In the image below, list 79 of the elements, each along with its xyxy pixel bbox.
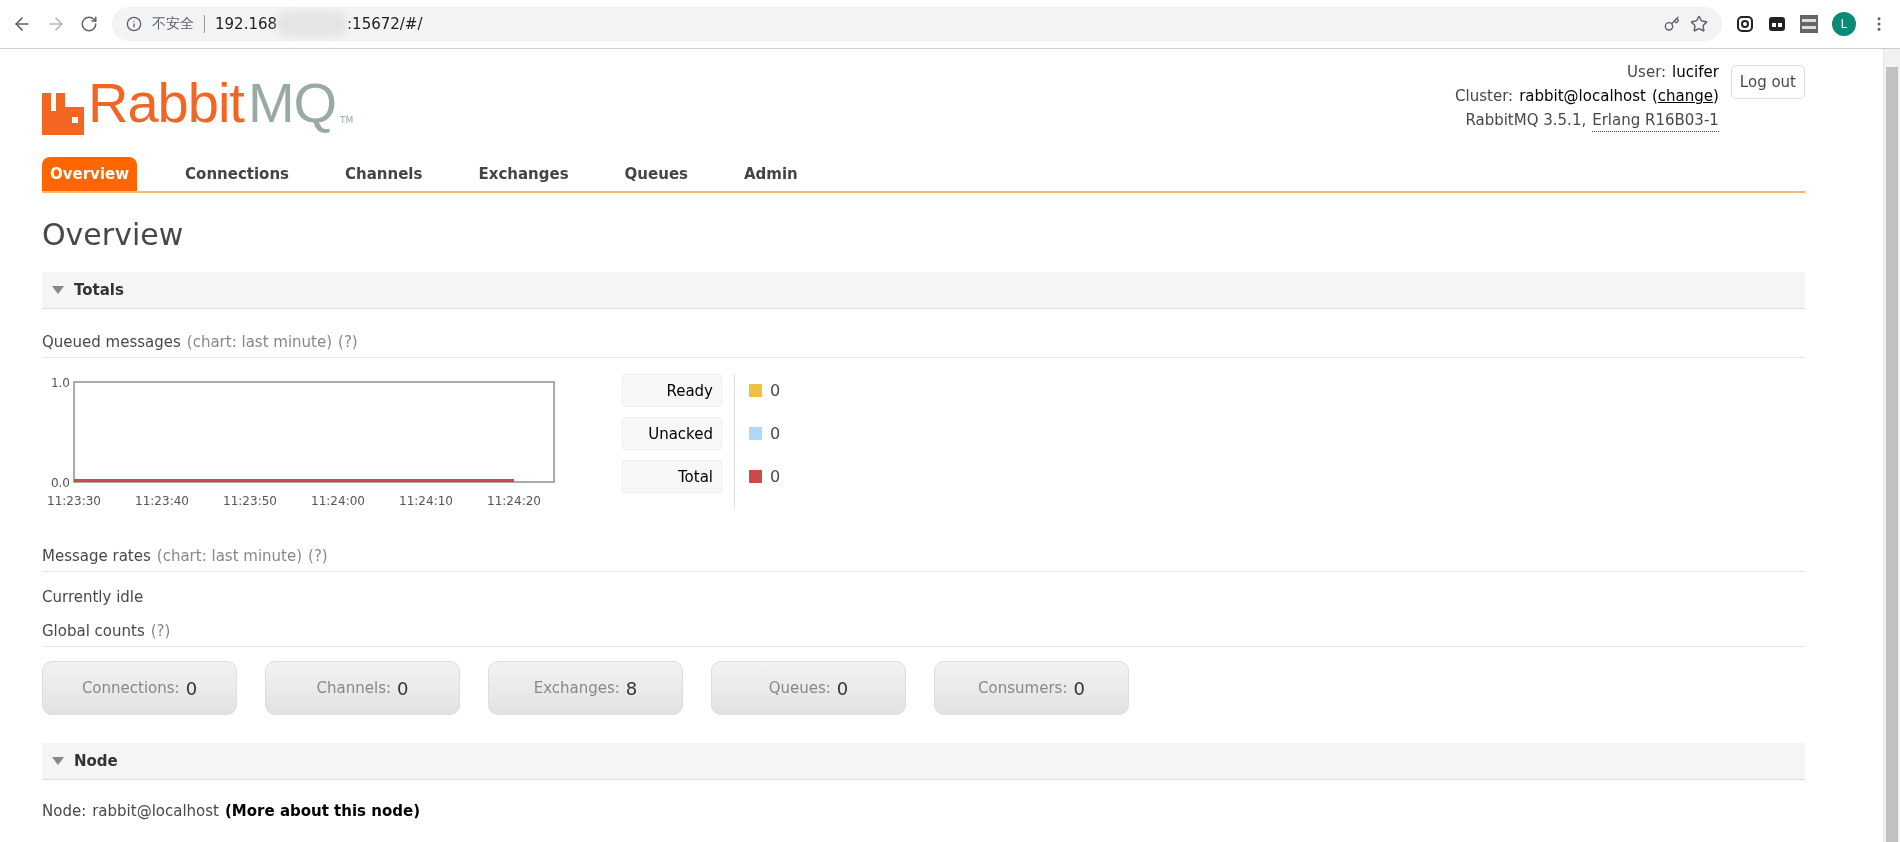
user-label: User: [1627, 62, 1667, 83]
count-label: Queues: [768, 679, 831, 697]
cluster-label: Cluster: [1455, 86, 1514, 107]
x-tick-label: 11:23:30 [47, 494, 101, 508]
count-label: Exchanges: [533, 679, 620, 697]
node-name: rabbit@localhost [92, 802, 219, 820]
legend-value: 0 [770, 424, 781, 443]
help-link[interactable]: (?) [308, 547, 328, 565]
security-label: 不安全 [152, 15, 205, 33]
triangle-icon[interactable] [52, 286, 64, 294]
logo-text: MQ [247, 71, 337, 135]
count-label: Connections: [81, 679, 180, 697]
address-bar[interactable]: 不安全 192.168 :15672/#/ [112, 7, 1722, 41]
node-details-link[interactable]: (More about this node) [225, 802, 420, 820]
x-tick-label: 11:23:50 [223, 494, 277, 508]
erlang-version: Erlang R16B03-1 [1592, 109, 1719, 132]
nav-tab[interactable]: Queues [616, 157, 696, 191]
info-icon[interactable] [126, 16, 142, 32]
subsection-title: Global counts [42, 622, 145, 640]
x-tick-label: 11:24:20 [487, 494, 541, 508]
nav-tab[interactable]: Channels [337, 157, 431, 191]
star-icon[interactable] [1690, 15, 1708, 33]
trademark-mark: TM [340, 115, 354, 125]
extension-icon[interactable] [1768, 15, 1786, 33]
change-link[interactable]: change [1657, 85, 1713, 107]
url-text: :15672/#/ [347, 15, 423, 33]
help-link[interactable]: (?) [338, 333, 358, 351]
section-header[interactable]: Node [42, 743, 1805, 780]
count-value: 0 [397, 677, 409, 699]
nav-tab[interactable]: Exchanges [470, 157, 577, 191]
section-title: Totals [74, 281, 124, 299]
help-link[interactable]: (?) [150, 622, 171, 640]
count-label: Consumers: [978, 679, 1068, 697]
count-value: 0 [1073, 677, 1085, 699]
page-title: Overview [42, 217, 185, 252]
profile-avatar[interactable]: L [1832, 12, 1856, 36]
count-tile[interactable]: Exchanges: 8 [488, 661, 683, 715]
node-label: Node: [42, 802, 87, 820]
count-tile[interactable]: Connections: 0 [42, 661, 237, 715]
chart-hint: (chart: last minute) [186, 333, 333, 351]
key-icon[interactable] [1664, 16, 1680, 32]
section-header[interactable]: Totals [42, 272, 1805, 309]
user-name: lucifer [1672, 62, 1719, 83]
count-tile[interactable]: Channels: 0 [265, 661, 460, 715]
count-tile[interactable]: Queues: 0 [711, 661, 906, 715]
url-text: 192.168 [215, 15, 278, 33]
legend-label: Total [622, 460, 722, 493]
count-value: 8 [625, 677, 638, 699]
legend-label: Ready [622, 374, 722, 407]
paren: ) [1713, 86, 1719, 107]
extension-icon[interactable] [1736, 15, 1754, 33]
y-tick-label: 0.0 [50, 476, 70, 490]
logo-text: Rabbit [88, 71, 244, 135]
count-tile[interactable]: Consumers: 0 [934, 661, 1129, 715]
cluster-name: rabbit@localhost [1519, 86, 1646, 107]
status-text: Currently idle [42, 588, 145, 606]
x-tick-label: 11:24:10 [399, 494, 453, 508]
legend-value: 0 [770, 467, 781, 486]
x-tick-label: 11:23:40 [135, 494, 189, 508]
section-title: Node [74, 752, 118, 770]
x-tick-label: 11:24:00 [311, 494, 365, 508]
logo-icon [42, 93, 84, 135]
reload-icon[interactable] [80, 15, 98, 33]
subsection-title: Queued messages [42, 333, 181, 351]
chart-hint: (chart: last minute) [156, 547, 303, 565]
legend-value: 0 [770, 381, 781, 400]
count-value: 0 [836, 677, 849, 699]
subsection-title: Message rates [42, 547, 151, 565]
version-text: RabbitMQ 3.5.1, [1465, 110, 1587, 131]
logout-button[interactable]: Log out [1730, 65, 1805, 99]
count-value: 0 [185, 677, 198, 699]
count-label: Channels: [316, 679, 391, 697]
legend-label: Unacked [622, 417, 722, 450]
triangle-icon[interactable] [52, 757, 64, 765]
nav-tab[interactable]: Connections [177, 157, 298, 191]
nav-tab[interactable]: Admin [736, 157, 806, 191]
scrollbar-thumb[interactable] [1886, 67, 1898, 842]
paren: ( [1651, 86, 1658, 107]
y-tick-label: 1.0 [50, 376, 70, 390]
